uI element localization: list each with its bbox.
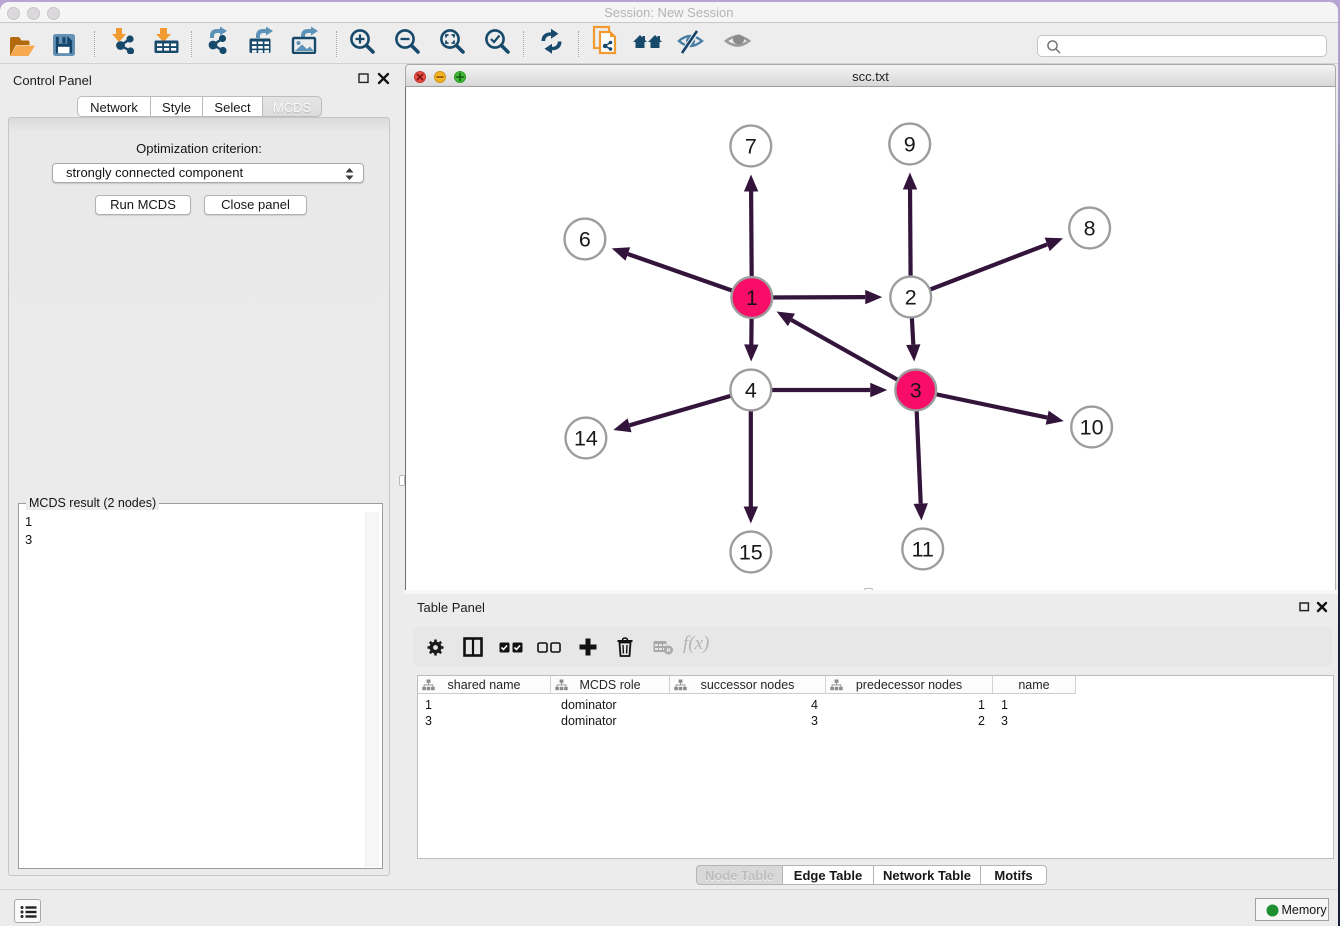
svg-text:10: 10 xyxy=(1080,415,1104,439)
svg-text:9: 9 xyxy=(904,132,916,156)
svg-text:2: 2 xyxy=(905,285,917,309)
svg-text:8: 8 xyxy=(1084,216,1096,240)
svg-text:14: 14 xyxy=(574,426,598,450)
svg-text:4: 4 xyxy=(745,378,757,402)
svg-text:11: 11 xyxy=(912,537,934,561)
svg-text:1: 1 xyxy=(746,286,758,310)
svg-text:15: 15 xyxy=(739,540,763,564)
svg-text:7: 7 xyxy=(745,134,757,158)
svg-text:3: 3 xyxy=(910,378,922,402)
svg-text:6: 6 xyxy=(579,227,591,251)
